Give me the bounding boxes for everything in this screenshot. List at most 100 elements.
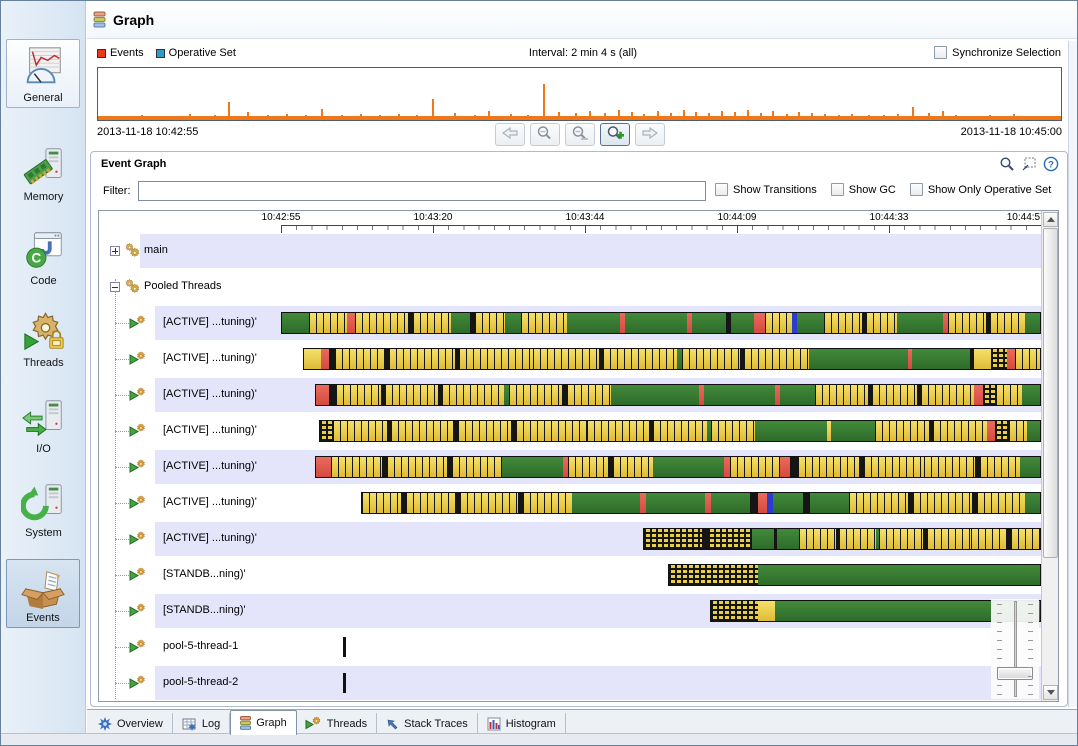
event-segment [386,457,448,477]
thread-row-label: [STANDB...ning)' [163,568,246,580]
tab-histogram[interactable]: Histogram [478,713,566,735]
thread-row[interactable]: [ACTIVE] ...tuning)' [99,341,1041,377]
tab-stack-traces[interactable]: Stack Traces [377,713,478,735]
event-segment [976,493,1026,513]
event-spike [643,114,646,120]
thread-row[interactable]: [ACTIVE] ...tuning)' [99,449,1041,485]
event-segment [973,385,983,405]
synchronize-selection-label: Synchronize Selection [952,46,1061,59]
vertical-scrollbar[interactable] [1041,211,1058,701]
slider-track[interactable] [1014,601,1017,697]
sidebar-item-code[interactable]: C Code [1,227,86,287]
filter-input[interactable] [138,181,706,201]
collapse-icon[interactable] [110,282,120,292]
zoom-slider[interactable] [991,599,1039,699]
zoom-in-button[interactable] [599,123,630,146]
thread-row[interactable]: pool-5-thread-1 [99,629,1041,665]
tree-connector [115,395,129,396]
tab-graph[interactable]: Graph [230,710,297,735]
overview-baseline [98,116,1061,120]
event-spike [707,113,710,120]
event-segment [757,565,1040,585]
event-segment [571,493,641,513]
up-arrow-icon [1046,217,1055,222]
zoom-out-button[interactable] [529,123,560,146]
thread-row[interactable]: [ACTIVE] ...tuning)' [99,305,1041,341]
sidebar-item-label: I/O [36,443,51,455]
legend-row: Events Operative Set Interval: 2 min 4 s … [87,45,1077,67]
event-bar[interactable] [360,492,1041,514]
thread-rows: main Pooled Threads [ACTIVE] ...tuning)' [A… [99,233,1041,701]
sidebar-item-events[interactable]: Events [6,559,80,628]
select-region-icon[interactable] [1021,156,1037,172]
thread-group-icon [124,278,141,295]
checkbox-icon[interactable] [830,183,844,196]
event-bar[interactable] [319,420,1041,442]
event-segment [523,493,572,513]
right-scroll-strip [1068,41,1077,707]
forward-button[interactable] [634,123,665,146]
event-segment [316,385,330,405]
checkbox-show-gc[interactable]: Show GC [830,183,896,196]
event-bar[interactable] [642,528,1041,550]
thread-row[interactable]: [STANDB...ning)' [99,593,1041,629]
event-segment [790,457,799,477]
event-segment [653,421,707,441]
checkbox-show-only-operative-set[interactable]: Show Only Operative Set [909,183,1051,196]
event-bar[interactable] [315,456,1041,478]
magnifier-icon[interactable] [999,156,1015,172]
scrollbar-thumb[interactable] [1043,228,1058,558]
zoom-reset-button[interactable] [564,123,595,146]
event-tick[interactable] [343,637,347,657]
event-bar[interactable] [667,564,1041,586]
event-spike [359,114,362,120]
thread-row[interactable]: [ACTIVE] ...tuning)' [99,413,1041,449]
event-segment [566,313,621,333]
event-tick[interactable] [343,673,347,693]
checkbox-show-transitions[interactable]: Show Transitions [715,183,817,196]
event-segment [974,349,991,369]
event-bar[interactable] [281,312,1041,334]
thread-row[interactable]: [ACTIVE] ...tuning)' [99,521,1041,557]
synchronize-selection-checkbox[interactable]: Synchronize Selection [934,46,1061,59]
thread-group-row[interactable]: Pooled Threads [99,269,1041,305]
scroll-up-button[interactable] [1043,212,1058,227]
sidebar-item-memory[interactable]: Memory [1,143,86,203]
event-bar[interactable] [315,384,1041,406]
thread-icon [129,351,147,366]
checkbox-icon[interactable] [909,183,923,196]
event-spike [824,114,827,120]
overview-timeline-chart[interactable] [97,67,1062,121]
checkbox-icon[interactable] [715,183,728,196]
arrow-left-icon [501,126,518,142]
interval-label: Interval: 2 min 4 s (all) [528,47,638,59]
expand-icon[interactable] [110,246,120,256]
thread-row-label: pool-5-thread-1 [163,640,239,652]
thread-row[interactable]: pool-5-thread-2 [99,665,1041,701]
tab-threads[interactable]: Threads [296,713,378,735]
thread-row[interactable]: [STANDB...ning)' [99,557,1041,593]
event-segment [879,529,924,549]
checkbox-icon[interactable] [934,46,948,59]
back-button[interactable] [494,123,525,146]
event-spike [473,115,476,120]
thread-group-row[interactable]: main [99,233,1041,269]
sidebar-item-io[interactable]: I/O [1,395,86,455]
tab-log[interactable]: Log [173,713,231,735]
sidebar-item-system[interactable]: System [1,479,86,539]
scroll-down-button[interactable] [1043,685,1058,700]
event-segment [388,349,455,369]
event-bar[interactable] [303,348,1041,370]
help-icon[interactable]: ? [1043,156,1059,172]
event-spike [266,115,269,120]
thread-row[interactable]: [ACTIVE] ...tuning)' [99,485,1041,521]
event-spike [558,112,561,120]
jmc-events-graph-window: General Memory C Code Threads I/O System Events… [0,0,1078,746]
sidebar-item-general[interactable]: General [6,39,80,108]
thread-row[interactable]: [ACTIVE] ...tuning)' [99,377,1041,413]
tab-overview[interactable]: Overview [89,713,173,735]
event-spike [542,84,545,120]
sidebar-item-threads[interactable]: Threads [1,309,86,369]
event-segment [753,313,766,333]
event-segment [710,493,750,513]
